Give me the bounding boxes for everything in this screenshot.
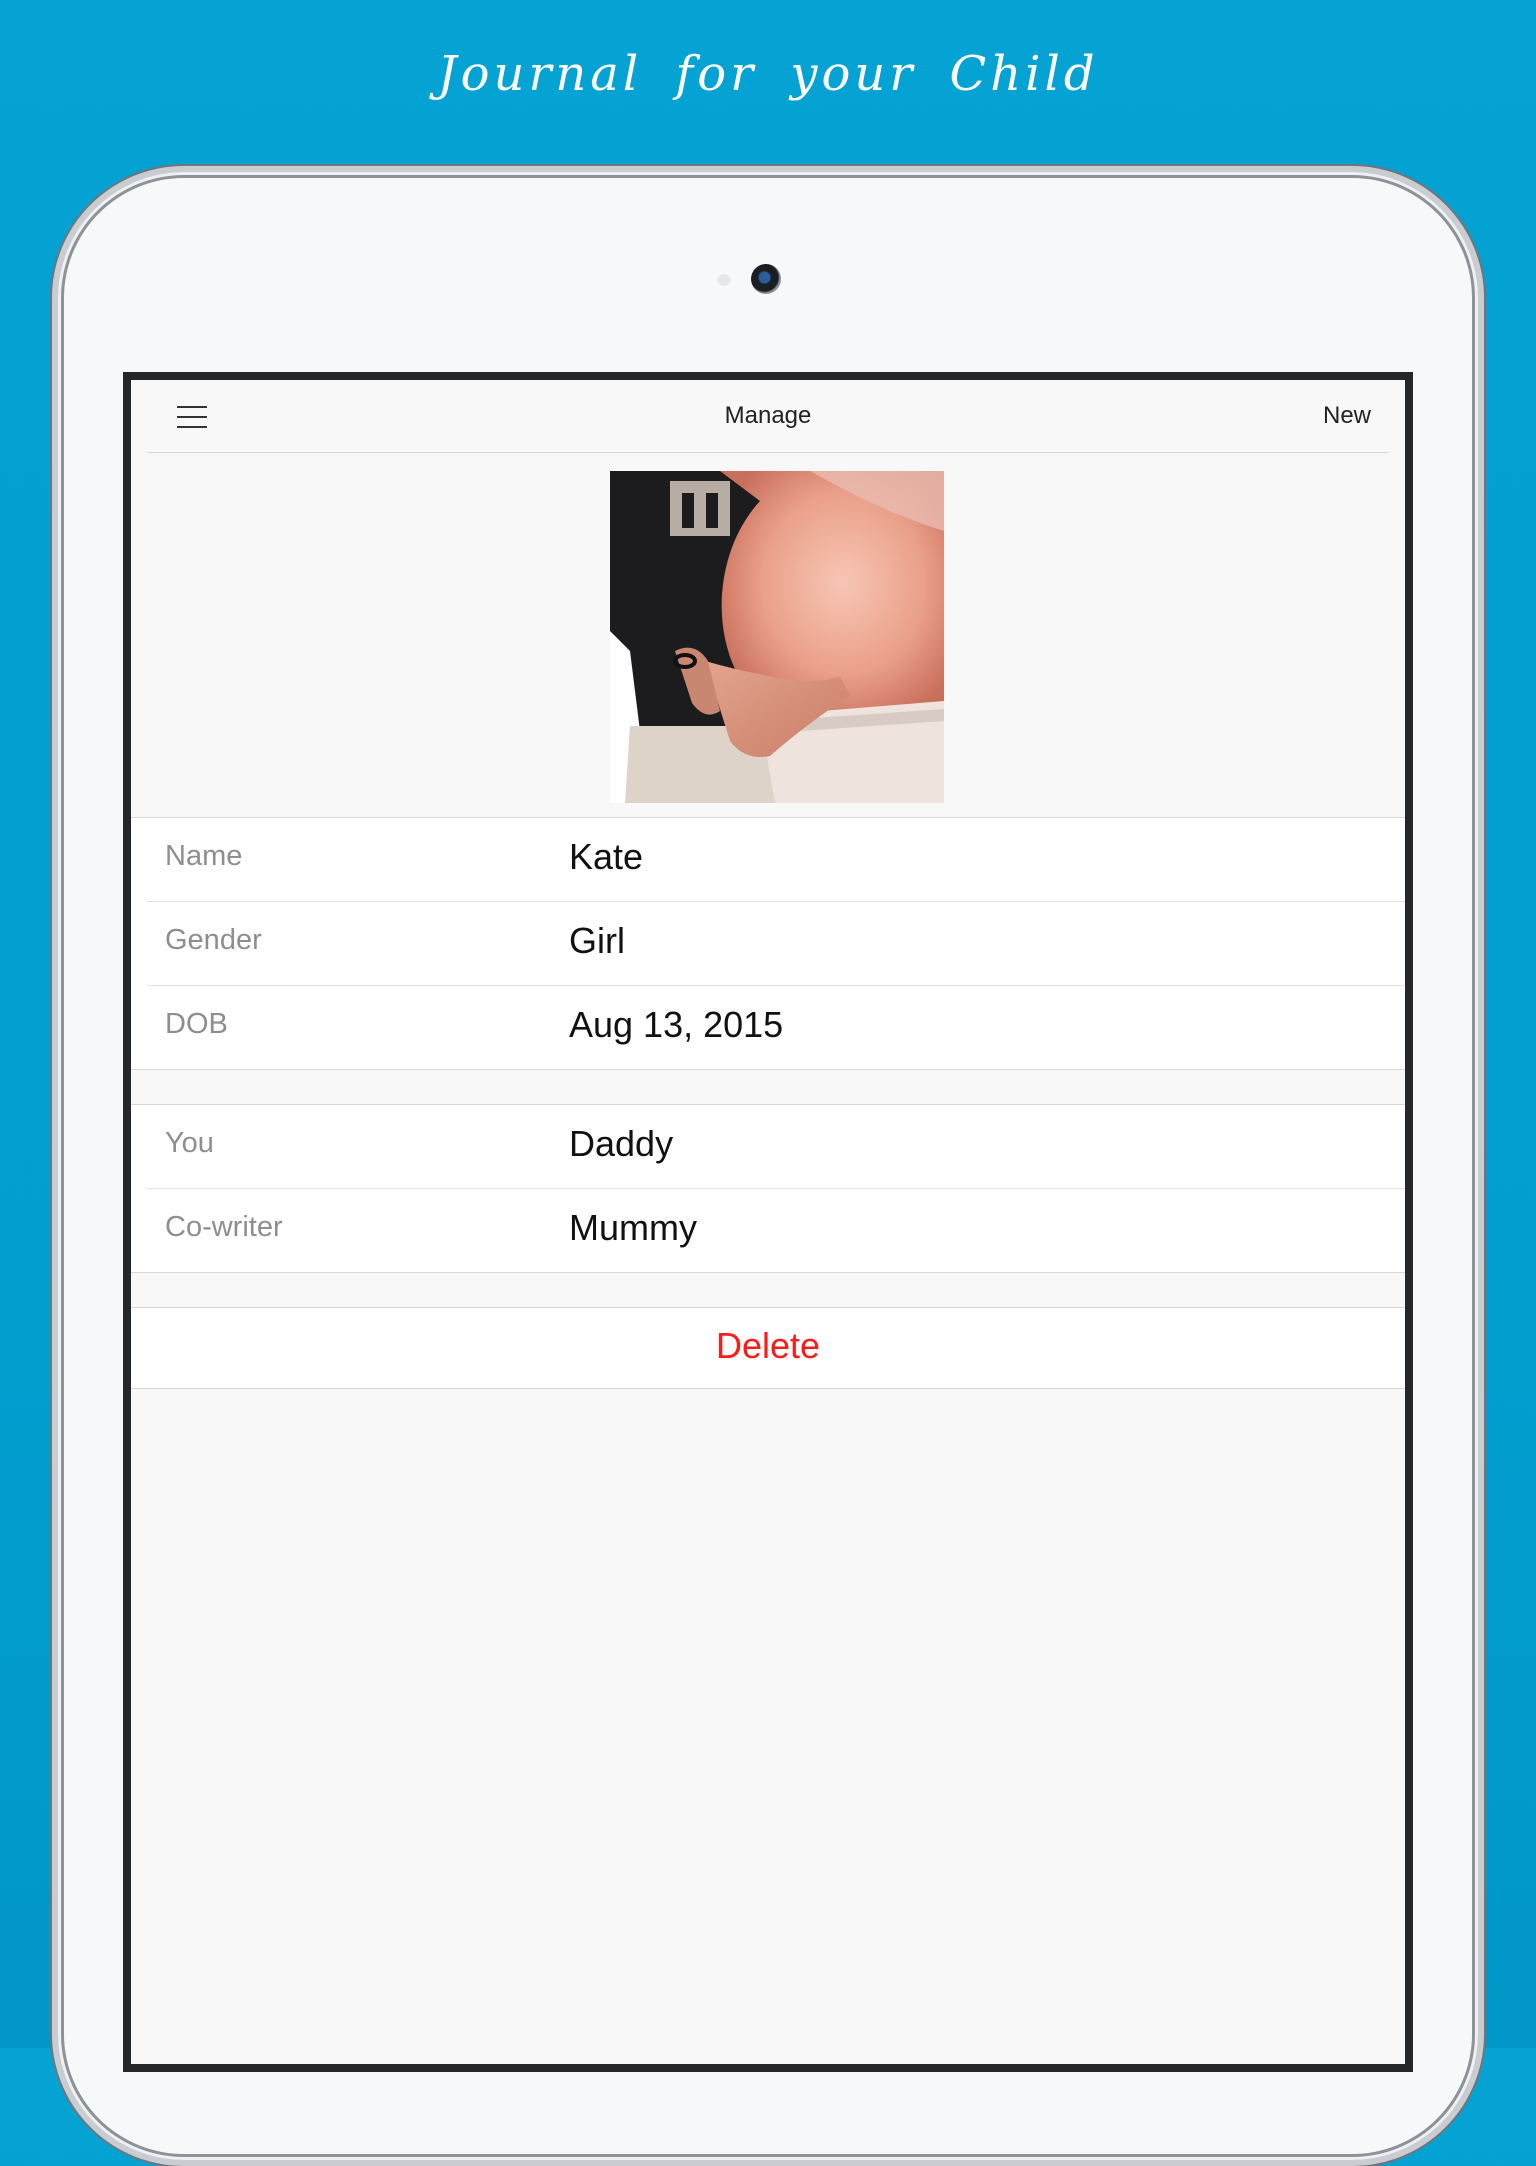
co-writer-label: Co-writer bbox=[165, 1211, 283, 1243]
child-profile-photo[interactable] bbox=[610, 471, 944, 803]
promo-headline: Journal for your Child bbox=[437, 46, 1099, 102]
name-label: Name bbox=[165, 840, 243, 872]
app-screen: Manage New Name Kate Gender Girl DOB Aug… bbox=[123, 372, 1413, 2072]
delete-button[interactable]: Delete bbox=[716, 1325, 820, 1367]
gender-value[interactable]: Girl bbox=[569, 920, 625, 962]
front-camera bbox=[751, 264, 781, 294]
dob-label: DOB bbox=[165, 1008, 228, 1040]
dob-value[interactable]: Aug 13, 2015 bbox=[569, 1004, 783, 1046]
navigation-bar: Manage New bbox=[147, 380, 1389, 453]
front-sensor bbox=[718, 274, 730, 286]
writers-section: You Daddy Co-writer Mummy bbox=[131, 1104, 1405, 1273]
delete-row[interactable]: Delete bbox=[131, 1307, 1405, 1389]
you-value[interactable]: Daddy bbox=[569, 1123, 673, 1165]
name-row[interactable]: Name Kate bbox=[147, 818, 1405, 901]
dob-row[interactable]: DOB Aug 13, 2015 bbox=[147, 985, 1405, 1069]
you-row[interactable]: You Daddy bbox=[147, 1105, 1405, 1188]
name-value[interactable]: Kate bbox=[569, 836, 643, 878]
gender-row[interactable]: Gender Girl bbox=[147, 901, 1405, 985]
new-button[interactable]: New bbox=[1323, 402, 1371, 430]
co-writer-value[interactable]: Mummy bbox=[569, 1207, 697, 1249]
section-divider bbox=[131, 1273, 1405, 1307]
page-title: Manage bbox=[724, 402, 812, 429]
photo-section bbox=[131, 453, 1405, 817]
child-details-section: Name Kate Gender Girl DOB Aug 13, 2015 bbox=[131, 817, 1405, 1070]
you-label: You bbox=[165, 1127, 214, 1159]
section-divider bbox=[131, 1070, 1405, 1104]
gender-label: Gender bbox=[165, 924, 262, 956]
co-writer-row[interactable]: Co-writer Mummy bbox=[147, 1188, 1405, 1272]
